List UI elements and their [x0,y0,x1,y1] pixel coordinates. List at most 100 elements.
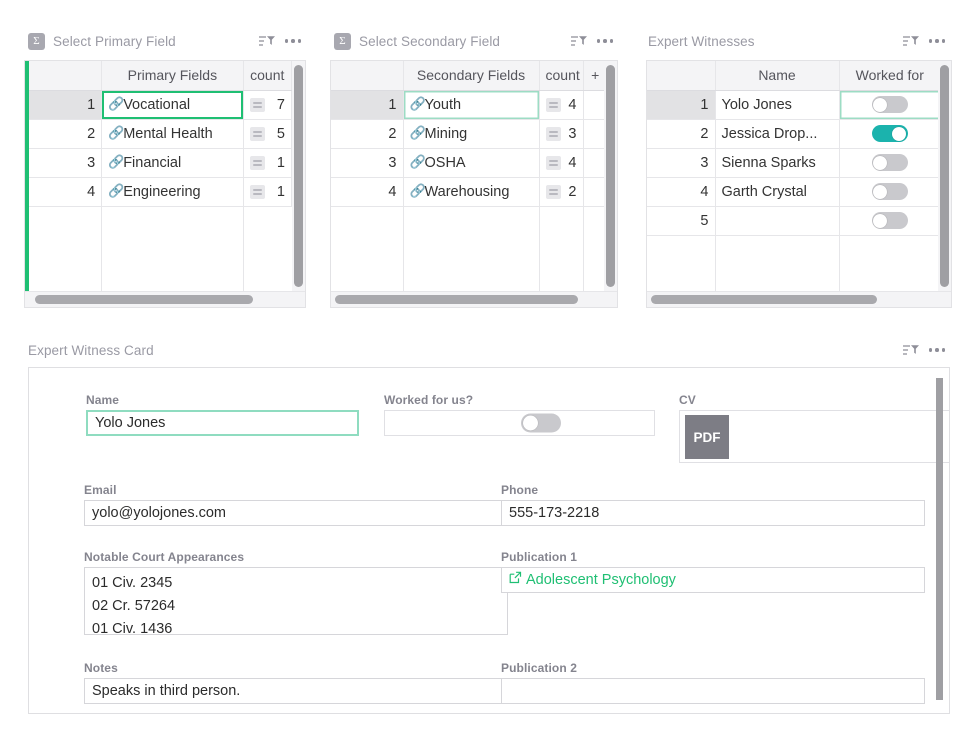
worked-for-toggle[interactable] [872,125,908,142]
table-row[interactable]: 3 Sienna Sparks [647,148,938,177]
row-number[interactable]: 3 [331,148,403,177]
cell-witness-name[interactable]: Jessica Drop... [715,119,839,148]
card-vertical-scrollbar-thumb[interactable] [936,378,943,700]
worked-for-toggle[interactable] [872,154,908,171]
worked-for-toggle[interactable] [872,183,908,200]
add-column-button[interactable]: + [583,61,604,90]
cell-secondary-field[interactable]: 🔗OSHA [403,148,539,177]
table-header-row: Primary Fields count [29,61,292,90]
cell-count[interactable]: 5 [243,119,291,148]
cell-count[interactable]: 3 [539,119,583,148]
row-number[interactable]: 2 [647,119,715,148]
cell-count[interactable]: 2 [539,177,583,206]
table-row[interactable]: 3 🔗Financial 1 [29,148,292,177]
vertical-scrollbar-thumb[interactable] [294,65,303,287]
sort-filter-icon[interactable] [566,30,592,52]
cell-witness-name[interactable]: Sienna Sparks [715,148,839,177]
sort-filter-icon[interactable] [254,30,280,52]
sort-filter-icon[interactable] [898,30,924,52]
name-input[interactable]: Yolo Jones [86,410,359,436]
col-header-secondary-fields[interactable]: Secondary Fields [403,61,539,90]
cv-attachment-box[interactable]: PDF [679,410,950,463]
worked-for-us-field[interactable] [384,410,655,436]
cell-secondary-field[interactable]: 🔗Youth [403,90,539,119]
more-options-icon[interactable] [924,30,950,52]
worked-for-us-toggle[interactable] [521,414,561,433]
col-header-count[interactable]: count [243,61,291,90]
cell-witness-name[interactable]: Yolo Jones [715,90,839,119]
cell-count[interactable]: 4 [539,148,583,177]
more-options-icon[interactable] [280,30,306,52]
secondary-fields-grid[interactable]: Secondary Fields count + 1 🔗Youth 4 2 🔗 [330,60,618,308]
primary-fields-grid[interactable]: Primary Fields count 1 🔗Vocational 7 2 🔗… [24,60,306,308]
table-row[interactable]: 2 🔗Mental Health 5 [29,119,292,148]
row-number[interactable]: 3 [29,148,102,177]
notes-input[interactable]: Speaks in third person. [84,678,508,704]
row-number[interactable]: 3 [647,148,715,177]
email-input[interactable]: yolo@yolojones.com [84,500,508,526]
cell-spacer [583,177,604,206]
table-row[interactable]: 1 Yolo Jones [647,90,938,119]
more-options-icon[interactable] [592,30,618,52]
table-row[interactable]: 3 🔗OSHA 4 [331,148,604,177]
cell-worked-for[interactable] [839,119,938,148]
cell-count[interactable]: 4 [539,90,583,119]
col-header-rownum[interactable] [29,61,102,90]
cell-witness-name[interactable] [715,206,839,235]
col-header-rownum[interactable] [331,61,403,90]
worked-for-toggle[interactable] [872,212,908,229]
col-header-count[interactable]: count [539,61,583,90]
col-header-primary-fields[interactable]: Primary Fields [102,61,243,90]
more-options-icon[interactable] [924,339,950,361]
cell-primary-field[interactable]: 🔗Mental Health [102,119,243,148]
table-empty-fill [331,206,604,291]
horizontal-scrollbar-thumb[interactable] [335,295,578,304]
cell-secondary-field[interactable]: 🔗Warehousing [403,177,539,206]
table-row[interactable]: 4 🔗Engineering 1 [29,177,292,206]
publication-1-input[interactable]: Adolescent Psychology [501,567,925,593]
horizontal-scrollbar-thumb[interactable] [35,295,253,304]
cell-worked-for[interactable] [839,148,938,177]
row-number[interactable]: 1 [29,90,102,119]
cell-worked-for[interactable] [839,206,938,235]
col-header-rownum[interactable] [647,61,715,90]
col-header-worked-for[interactable]: Worked for [839,61,938,90]
row-number[interactable]: 1 [647,90,715,119]
vertical-scrollbar-thumb[interactable] [940,65,949,287]
row-number[interactable]: 4 [331,177,403,206]
publication-2-input[interactable] [501,678,925,704]
cell-count[interactable]: 1 [243,177,291,206]
pdf-file-icon[interactable]: PDF [685,415,729,459]
row-number[interactable]: 4 [647,177,715,206]
row-number[interactable]: 2 [29,119,102,148]
cell-count[interactable]: 7 [243,90,291,119]
table-row[interactable]: 4 Garth Crystal [647,177,938,206]
cell-primary-field[interactable]: 🔗Engineering [102,177,243,206]
publication-1-link[interactable]: Adolescent Psychology [509,572,676,588]
cell-witness-name[interactable]: Garth Crystal [715,177,839,206]
notable-court-appearances-textarea[interactable]: 01 Civ. 2345 02 Cr. 57264 01 Civ. 1436 [84,567,508,635]
row-number[interactable]: 4 [29,177,102,206]
cell-primary-field[interactable]: 🔗Financial [102,148,243,177]
row-number[interactable]: 1 [331,90,403,119]
col-header-name[interactable]: Name [715,61,839,90]
cell-worked-for[interactable] [839,90,938,119]
table-row[interactable]: 1 🔗Youth 4 [331,90,604,119]
table-row[interactable]: 4 🔗Warehousing 2 [331,177,604,206]
expert-witnesses-grid[interactable]: Name Worked for 1 Yolo Jones 2 Jessica D… [646,60,952,308]
table-row[interactable]: 1 🔗Vocational 7 [29,90,292,119]
vertical-scrollbar-thumb[interactable] [606,65,615,287]
cell-count[interactable]: 1 [243,148,291,177]
cell-primary-field[interactable]: 🔗Vocational [102,90,243,119]
row-number[interactable]: 5 [647,206,715,235]
horizontal-scrollbar-thumb[interactable] [651,295,877,304]
phone-input[interactable]: 555-173-2218 [501,500,925,526]
cell-secondary-field[interactable]: 🔗Mining [403,119,539,148]
row-number[interactable]: 2 [331,119,403,148]
table-row[interactable]: 2 Jessica Drop... [647,119,938,148]
table-row[interactable]: 2 🔗Mining 3 [331,119,604,148]
cell-worked-for[interactable] [839,177,938,206]
sort-filter-icon[interactable] [898,339,924,361]
worked-for-toggle[interactable] [872,96,908,113]
table-row-new[interactable]: 5 [647,206,938,235]
